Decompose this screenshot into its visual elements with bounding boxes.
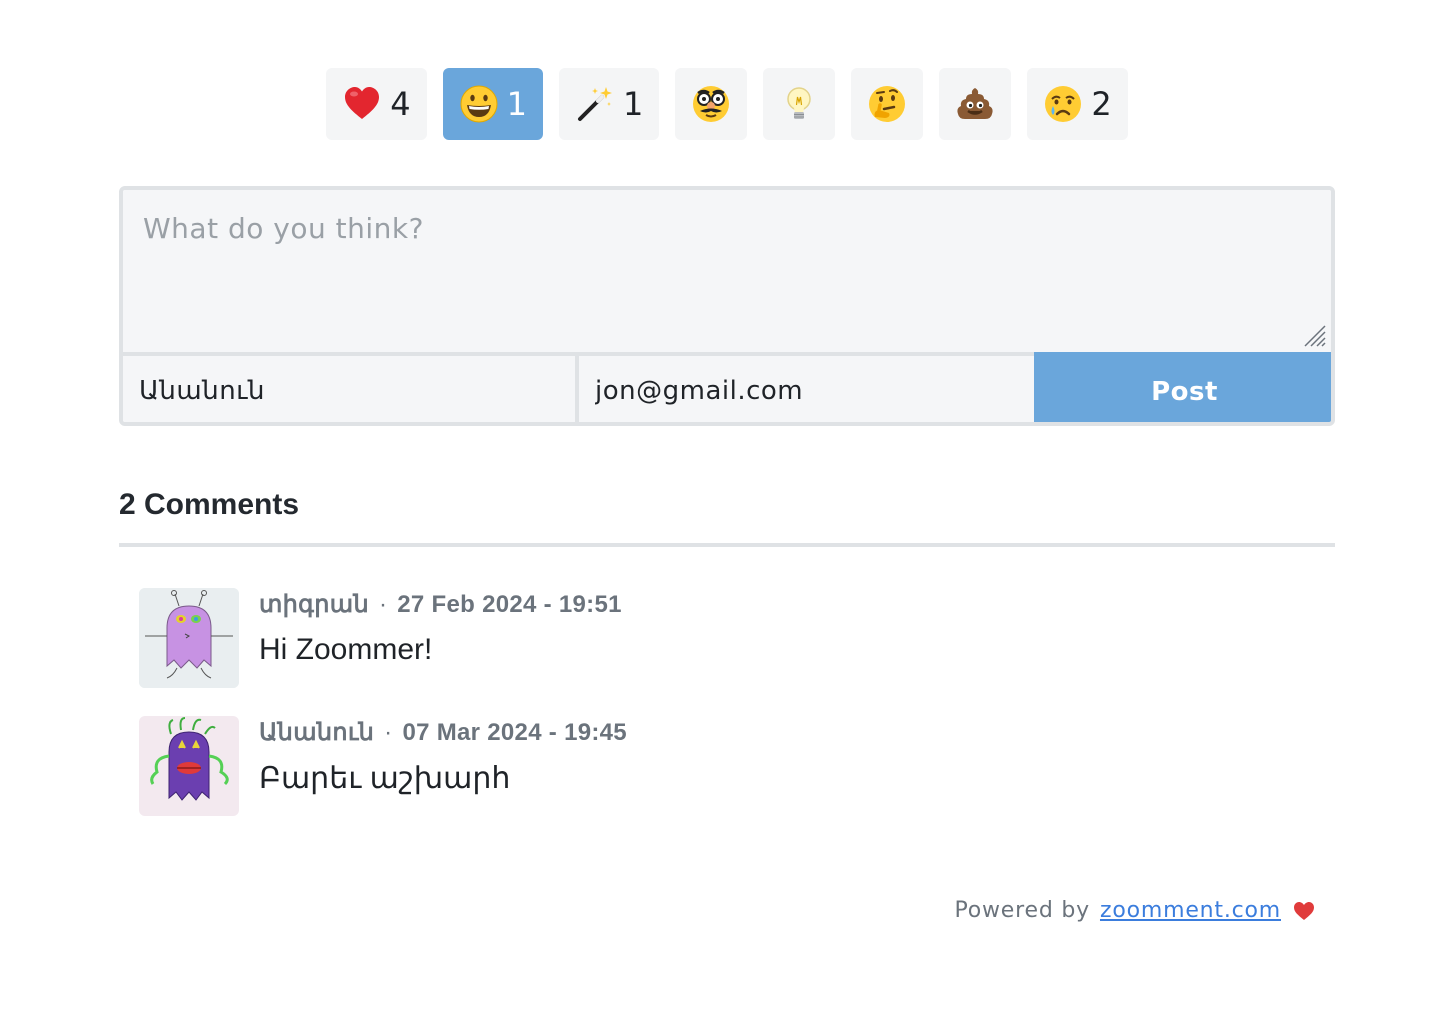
reactions-bar: 4 1 1 2 [0,68,1454,140]
powered-by-label: Powered by [954,898,1090,923]
reaction-heart[interactable]: 4 [326,68,427,140]
resize-grip-icon[interactable] [1303,324,1327,348]
reaction-count: 1 [506,85,527,123]
comments-count-heading: 2 Comments [119,488,300,521]
comment-body: տիգրան · 27 Feb 2024 - 19:51 Hi Zoommer! [259,588,622,688]
reaction-count: 1 [623,85,644,123]
comment-date: 07 Mar 2024 - 19:45 [402,718,627,746]
avatar [139,588,239,688]
comment-author: Անանուն [259,719,375,746]
post-button[interactable]: Post [1034,352,1331,422]
comment-date: 27 Feb 2024 - 19:51 [397,590,622,618]
comment-item: տիգրան · 27 Feb 2024 - 19:51 Hi Zoommer! [139,588,622,688]
reaction-lightbulb[interactable] [763,68,836,140]
poop-icon [955,84,995,124]
heart-icon [1293,901,1315,921]
comment-meta: տիգրան · 27 Feb 2024 - 19:51 [259,590,622,619]
zoomment-link[interactable]: zoomment.com [1100,898,1281,923]
reaction-disguised[interactable] [675,68,748,140]
name-field[interactable] [123,356,579,422]
reaction-count: 4 [390,85,411,123]
separator-dot: · [384,718,393,746]
avatar [139,716,239,816]
disguised-face-icon [691,84,731,124]
magic-wand-icon [575,84,615,124]
footer: Powered by zoomment.com [954,898,1315,923]
comment-meta: Անանուն · 07 Mar 2024 - 19:45 [259,718,627,747]
heart-icon [342,84,382,124]
comment-text: Hi Zoommer! [259,633,433,666]
light-bulb-icon [779,84,819,124]
grinning-face-icon [459,84,499,124]
comment-text: Բարեւ աշխարհ [259,762,511,795]
reaction-thinking[interactable] [851,68,924,140]
reaction-count: 2 [1091,85,1112,123]
reaction-poop[interactable] [939,68,1012,140]
comment-form: Post [119,186,1335,426]
thinking-face-icon [867,84,907,124]
comment-body: Անանուն · 07 Mar 2024 - 19:45 Բարեւ աշխա… [259,716,627,816]
comment-textarea[interactable] [123,190,1331,352]
reaction-crying[interactable]: 2 [1027,68,1128,140]
comment-item: Անանուն · 07 Mar 2024 - 19:45 Բարեւ աշխա… [139,716,627,816]
reaction-grinning[interactable]: 1 [442,68,543,140]
reaction-magic-wand[interactable]: 1 [559,68,660,140]
separator-dot: · [378,590,388,618]
divider [119,543,1335,547]
form-fields: Post [123,352,1331,422]
comment-author: տիգրան [259,591,369,618]
email-field[interactable] [579,356,1034,422]
crying-face-icon [1043,84,1083,124]
